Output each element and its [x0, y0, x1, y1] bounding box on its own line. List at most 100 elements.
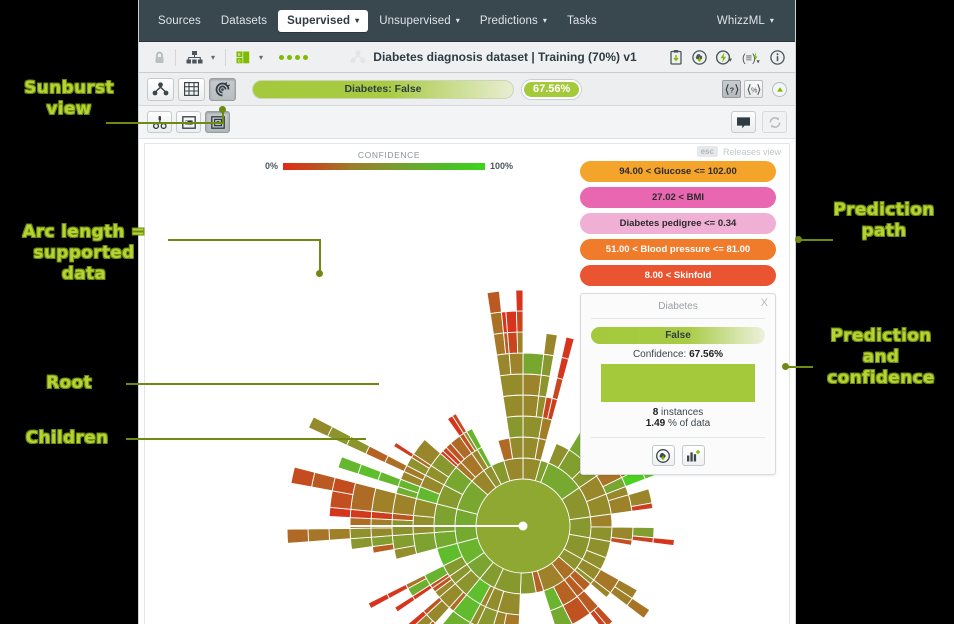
clipboard-download-icon[interactable] [670, 49, 683, 65]
leader-line [786, 366, 813, 368]
sunburst-arc[interactable] [515, 289, 524, 312]
sunburst-arc[interactable] [505, 415, 524, 439]
sunburst-arc[interactable] [349, 536, 373, 550]
sunburst-arc[interactable] [377, 471, 402, 488]
annotation-line: and [862, 347, 900, 367]
tab-sunburst-view[interactable] [209, 77, 236, 101]
prediction-path-item[interactable]: 27.02 < BMI [580, 187, 776, 208]
prediction-path-item[interactable]: Diabetes pedigree <= 0.34 [580, 213, 776, 234]
sunburst-arc[interactable] [626, 597, 651, 619]
sunburst-arc[interactable] [516, 331, 524, 354]
sunburst-arc[interactable] [505, 310, 518, 334]
sunburst-arc[interactable] [486, 290, 502, 315]
prediction-bar[interactable]: Diabetes: False [252, 79, 514, 99]
sunburst-arc[interactable] [538, 374, 551, 398]
sunburst-arc[interactable] [365, 445, 389, 464]
sunburst-arc[interactable] [286, 528, 310, 544]
sunburst-arc[interactable] [370, 527, 393, 538]
prediction-path-item[interactable]: 8.00 < Skinfold [580, 265, 776, 286]
prediction-path-item[interactable]: 94.00 < Glucose <= 102.00 [580, 161, 776, 182]
prediction-path-item[interactable]: 51.00 < Blood pressure <= 81.00 [580, 239, 776, 260]
sunburst-arc[interactable] [307, 416, 333, 437]
root-callout-dot [518, 521, 528, 531]
dataset-icon[interactable]: 80 ▾ [229, 46, 270, 68]
prediction-path-item-label: 51.00 < Blood pressure <= 81.00 [605, 244, 751, 255]
tab-tree-view[interactable] [147, 77, 174, 101]
chevron-down-icon: ▾ [211, 52, 216, 62]
nav-tasks[interactable]: Tasks [558, 10, 606, 32]
sunburst-arc[interactable] [556, 356, 570, 380]
model-icon[interactable]: ▾ [179, 46, 222, 68]
annotation-root: Root [10, 373, 128, 394]
sunburst-arc[interactable] [392, 441, 415, 458]
nav-supervised[interactable]: Supervised ▾ [278, 9, 369, 32]
tab-grid-view[interactable] [178, 77, 205, 101]
top-navbar: Sources Datasets Supervised ▾ Unsupervise… [139, 0, 795, 42]
sunburst-arc[interactable] [412, 532, 438, 555]
chevron-down-icon: ▾ [259, 52, 264, 62]
nav-sources[interactable]: Sources [149, 10, 210, 32]
sunburst-arc[interactable] [384, 455, 408, 473]
sunburst-arc[interactable] [522, 373, 542, 397]
divider [175, 48, 176, 66]
leader-dot [782, 363, 789, 370]
annotation-sunburst-view: Sunburst view [8, 78, 130, 120]
flash-icon[interactable]: ▾ [716, 49, 733, 65]
tooltip-confidence-bar [601, 364, 755, 402]
sunburst-arc[interactable] [391, 519, 414, 537]
sunburst-arc[interactable] [412, 514, 435, 535]
nav-account[interactable]: WhizzML ▾ [708, 10, 783, 32]
nav-datasets[interactable]: Datasets [212, 10, 276, 32]
nav-sources-label: Sources [158, 14, 201, 27]
refresh-icon-button[interactable] [762, 111, 787, 133]
sunburst-arc[interactable] [561, 336, 575, 360]
sunburst-arc[interactable] [290, 466, 316, 488]
sunburst-arc[interactable] [357, 463, 382, 481]
sunburst-arc[interactable] [496, 353, 512, 377]
add-chart-icon[interactable] [681, 445, 705, 466]
collapse-up-button[interactable] [772, 81, 787, 97]
sunburst-arc[interactable] [540, 353, 555, 377]
nav-unsupervised-label: Unsupervised [379, 14, 451, 27]
sunburst-arc[interactable] [311, 471, 336, 492]
download-node-icon[interactable] [651, 445, 675, 466]
sunburst-arc[interactable] [652, 537, 675, 547]
sunburst-arc[interactable] [515, 310, 524, 333]
tooltip-bar-area [601, 364, 755, 402]
sunburst-arc[interactable] [349, 527, 372, 540]
sunburst-arc[interactable] [337, 456, 363, 475]
sunburst-arc[interactable] [543, 332, 558, 357]
sunburst-arc[interactable] [507, 331, 519, 355]
sunburst-arc[interactable] [307, 528, 331, 543]
sunburst-arc[interactable] [371, 487, 397, 514]
sunburst-arc[interactable] [589, 513, 613, 528]
comment-icon-button[interactable] [731, 111, 756, 133]
status-dot [287, 54, 293, 60]
sunburst-arc[interactable] [367, 593, 391, 610]
svg-text:%: % [751, 87, 757, 94]
script-flash-icon[interactable]: (≡) ▾ [742, 50, 761, 65]
leader-dot [316, 270, 323, 277]
sunburst-arc[interactable] [508, 352, 524, 375]
tooltip-confidence: Confidence: 67.56% [591, 349, 765, 360]
sunburst-arc[interactable] [394, 595, 416, 613]
nav-unsupervised[interactable]: Unsupervised ▾ [370, 10, 469, 32]
sunburst-arc[interactable] [499, 373, 524, 398]
sunburst-arc[interactable] [386, 583, 409, 600]
sunburst-arc[interactable] [502, 394, 524, 418]
view-toolbar: Diabetes: False 67.56% ? % [139, 73, 795, 106]
question-toggle-button[interactable]: ? [722, 80, 741, 98]
prediction-path-item-label: 94.00 < Glucose <= 102.00 [619, 166, 737, 177]
close-icon[interactable]: X [761, 297, 768, 309]
percent-toggle-button[interactable]: % [744, 80, 763, 98]
cloud-download-icon[interactable] [692, 49, 707, 65]
sunburst-arc[interactable] [551, 377, 564, 401]
chevron-down-icon: ▾ [769, 15, 774, 25]
info-icon[interactable] [770, 49, 785, 65]
sunburst-arc[interactable] [522, 352, 545, 376]
nav-predictions[interactable]: Predictions ▾ [471, 10, 556, 32]
prediction-pill: Diabetes: False 67.56% [252, 79, 712, 99]
sunburst-arc[interactable] [328, 527, 351, 541]
annotation-line: data [61, 264, 107, 284]
lock-icon[interactable] [147, 46, 172, 68]
